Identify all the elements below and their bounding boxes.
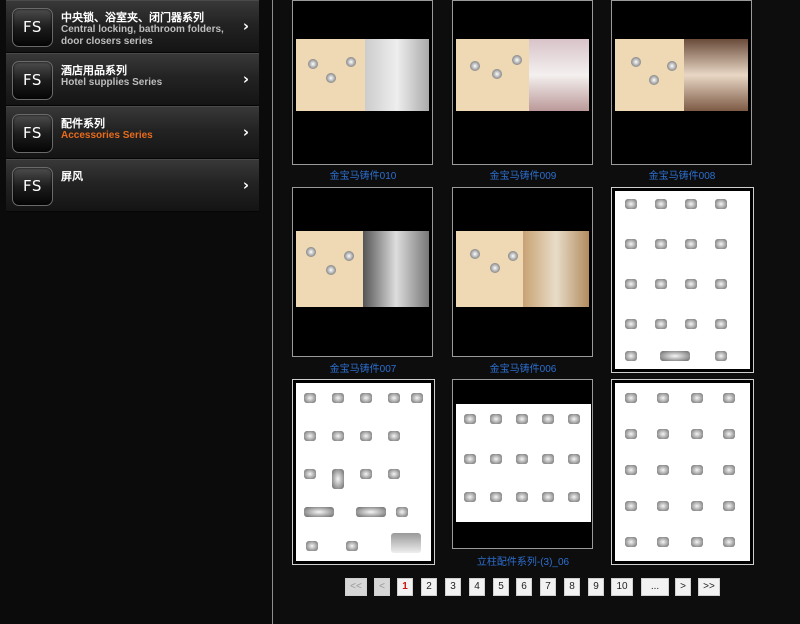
- product-image[interactable]: [296, 39, 429, 111]
- product-caption-link[interactable]: 金宝马铸件010: [283, 167, 443, 182]
- product-card[interactable]: [611, 187, 754, 373]
- product-card[interactable]: [611, 379, 754, 565]
- prev-page-button[interactable]: <: [374, 578, 390, 596]
- menu-item-screens[interactable]: FS 屏风 ›: [6, 159, 259, 212]
- product-image[interactable]: [456, 39, 589, 111]
- product-caption-link[interactable]: 金宝马铸件006: [443, 360, 603, 375]
- page-5-button[interactable]: 5: [493, 578, 509, 596]
- page-2-button[interactable]: 2: [421, 578, 437, 596]
- sidebar: FS 中央锁、浴室夹、闭门器系列 Central locking, bathro…: [0, 0, 272, 624]
- menu-item-subtitle: Accessories Series: [61, 130, 153, 141]
- page-6-button[interactable]: 6: [516, 578, 532, 596]
- menu-item-hotel-supplies[interactable]: FS 酒店用品系列 Hotel supplies Series ›: [6, 53, 259, 106]
- sidebar-divider: [272, 0, 273, 624]
- product-caption-link[interactable]: 金宝马铸件009: [443, 167, 603, 182]
- menu-item-central-locking[interactable]: FS 中央锁、浴室夹、闭门器系列 Central locking, bathro…: [6, 0, 259, 53]
- menu-item-title: 屏风: [61, 170, 83, 183]
- menu-item-accessories[interactable]: FS 配件系列 Accessories Series ›: [6, 106, 259, 159]
- first-page-button[interactable]: <<: [345, 578, 367, 596]
- product-image[interactable]: [456, 231, 589, 307]
- chevron-right-icon: ›: [242, 123, 249, 141]
- product-caption-link[interactable]: 立柱配件系列-(3)_06: [443, 553, 603, 568]
- last-page-button[interactable]: >>: [698, 578, 720, 596]
- product-card[interactable]: [292, 0, 433, 165]
- product-caption-link[interactable]: 金宝马铸件007: [283, 360, 443, 375]
- chevron-right-icon: ›: [242, 70, 249, 88]
- fs-logo-icon: FS: [12, 167, 53, 206]
- fs-logo-icon: FS: [12, 61, 53, 100]
- page-1-button[interactable]: 1: [397, 578, 413, 596]
- product-image[interactable]: [615, 191, 750, 369]
- more-pages-button[interactable]: ...: [641, 578, 669, 596]
- product-caption-link[interactable]: 金宝马铸件008: [602, 167, 762, 182]
- menu-item-title: 中央锁、浴室夹、闭门器系列: [61, 11, 204, 24]
- page-9-button[interactable]: 9: [588, 578, 604, 596]
- product-image[interactable]: [615, 39, 748, 111]
- product-image[interactable]: [296, 383, 431, 561]
- product-card[interactable]: [292, 379, 435, 565]
- chevron-right-icon: ›: [242, 176, 249, 194]
- product-card[interactable]: [452, 187, 593, 357]
- product-image[interactable]: [456, 404, 591, 522]
- menu-item-title: 酒店用品系列: [61, 64, 127, 77]
- page-3-button[interactable]: 3: [445, 578, 461, 596]
- page-8-button[interactable]: 8: [564, 578, 580, 596]
- page-10-button[interactable]: 10: [611, 578, 633, 596]
- menu-item-subtitle: Hotel supplies Series: [61, 77, 163, 88]
- product-card[interactable]: [292, 187, 433, 357]
- page-4-button[interactable]: 4: [469, 578, 485, 596]
- fs-logo-icon: FS: [12, 114, 53, 153]
- page-7-button[interactable]: 7: [540, 578, 556, 596]
- menu-item-subtitle: Central locking, bathroom folders, door …: [61, 24, 224, 47]
- product-image[interactable]: [296, 231, 429, 307]
- category-menu: FS 中央锁、浴室夹、闭门器系列 Central locking, bathro…: [6, 0, 259, 212]
- menu-item-title: 配件系列: [61, 117, 105, 130]
- product-card[interactable]: [452, 379, 593, 549]
- chevron-right-icon: ›: [242, 17, 249, 35]
- product-card[interactable]: [611, 0, 752, 165]
- product-image[interactable]: [615, 383, 750, 561]
- fs-logo-icon: FS: [12, 8, 53, 47]
- product-card[interactable]: [452, 0, 593, 165]
- next-page-button[interactable]: >: [675, 578, 691, 596]
